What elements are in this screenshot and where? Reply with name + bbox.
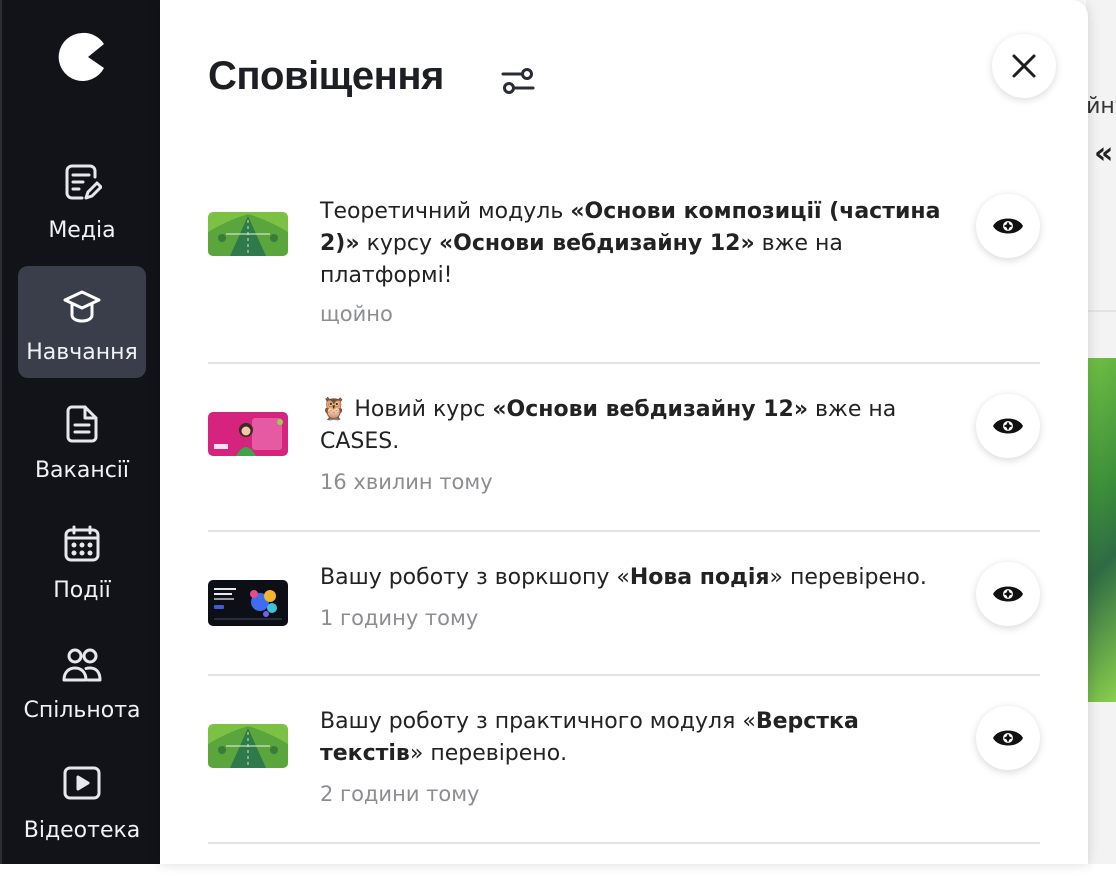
- sidebar-item-vacancies[interactable]: Вакансії: [18, 404, 146, 516]
- notification-time: 1 годину тому: [320, 606, 479, 630]
- divider: [208, 362, 1040, 364]
- sidebar: Медіа Навчання Вакансії Події Спільнота …: [0, 0, 160, 864]
- sidebar-item-label: Відеотека: [23, 818, 141, 843]
- background-heading: «: [1094, 136, 1114, 171]
- sidebar-item-community[interactable]: Спільнота: [18, 644, 146, 756]
- background-divider: [1088, 310, 1116, 312]
- sidebar-item-label: Події: [53, 578, 111, 603]
- notification-thumbnail: [208, 580, 288, 626]
- divider: [208, 674, 1040, 676]
- logo-icon[interactable]: [58, 30, 106, 84]
- sidebar-item-label: Спільнота: [23, 698, 141, 723]
- sidebar-item-label: Вакансії: [34, 458, 130, 483]
- document-icon: [62, 404, 102, 444]
- graduation-cap-icon: [62, 286, 102, 326]
- divider: [208, 842, 1040, 844]
- message-text: Вашу роботу з практичного модуля «: [320, 709, 756, 734]
- sidebar-item-videos[interactable]: Відеотека: [18, 764, 146, 876]
- video-play-icon: [62, 764, 102, 804]
- notification-time: щойно: [320, 302, 393, 326]
- notification-message: Вашу роботу з практичного модуля «Верстк…: [320, 706, 956, 770]
- message-text: 🦉 Новий курс: [320, 397, 493, 422]
- message-text: » перевірено.: [769, 565, 927, 590]
- highlighted-text: «Основи вебдизайну 12»: [438, 231, 755, 256]
- notification-thumbnail: [208, 412, 288, 456]
- settings-sliders-icon[interactable]: [500, 66, 536, 96]
- notification-message: Теоретичний модуль «Основи композиції (ч…: [320, 196, 956, 292]
- background-image: [1088, 358, 1116, 702]
- media-edit-icon: [62, 162, 103, 202]
- highlighted-text: «Основи вебдизайну 12»: [492, 397, 809, 422]
- sidebar-item-events[interactable]: Події: [18, 524, 146, 636]
- view-button[interactable]: [976, 394, 1040, 458]
- notifications-panel: Сповіщення Теоретичний модуль «Основи ко: [160, 0, 1088, 864]
- view-button[interactable]: [976, 194, 1040, 258]
- notification-message: 🦉 Новий курс «Основи вебдизайну 12» вже …: [320, 394, 956, 458]
- notification-time: 16 хвилин тому: [320, 470, 493, 494]
- divider: [208, 530, 1040, 532]
- view-button[interactable]: [976, 706, 1040, 770]
- view-button[interactable]: [976, 562, 1040, 626]
- notification-item[interactable]: 🦉 Новий курс «Основи вебдизайну 12» вже …: [208, 394, 1040, 504]
- sidebar-item-media[interactable]: Медіа: [18, 162, 146, 274]
- message-text: Вашу роботу з воркшопу «: [320, 565, 630, 590]
- message-text: Теоретичний модуль: [320, 199, 571, 224]
- sidebar-item-label: Навчання: [26, 340, 138, 365]
- notification-item[interactable]: Вашу роботу з практичного модуля «Верстк…: [208, 706, 1040, 816]
- page-title: Сповіщення: [208, 54, 444, 98]
- message-text: » перевірено.: [409, 741, 568, 766]
- notification-thumbnail: [208, 724, 288, 768]
- sidebar-item-learning[interactable]: Навчання: [18, 266, 146, 378]
- sidebar-item-label: Медіа: [48, 218, 116, 243]
- highlighted-text: Нова подія: [629, 565, 770, 590]
- message-text: курсу: [359, 231, 439, 256]
- notification-item[interactable]: Вашу роботу з воркшопу «Нова подія» пере…: [208, 562, 1040, 642]
- calendar-icon: [62, 524, 102, 564]
- notification-thumbnail: [208, 212, 288, 256]
- people-icon: [62, 644, 102, 684]
- close-button[interactable]: [992, 34, 1056, 98]
- notification-time: 2 години тому: [320, 782, 480, 806]
- notification-item[interactable]: Теоретичний модуль «Основи композиції (ч…: [208, 194, 1040, 344]
- notification-message: Вашу роботу з воркшопу «Нова подія» пере…: [320, 562, 960, 594]
